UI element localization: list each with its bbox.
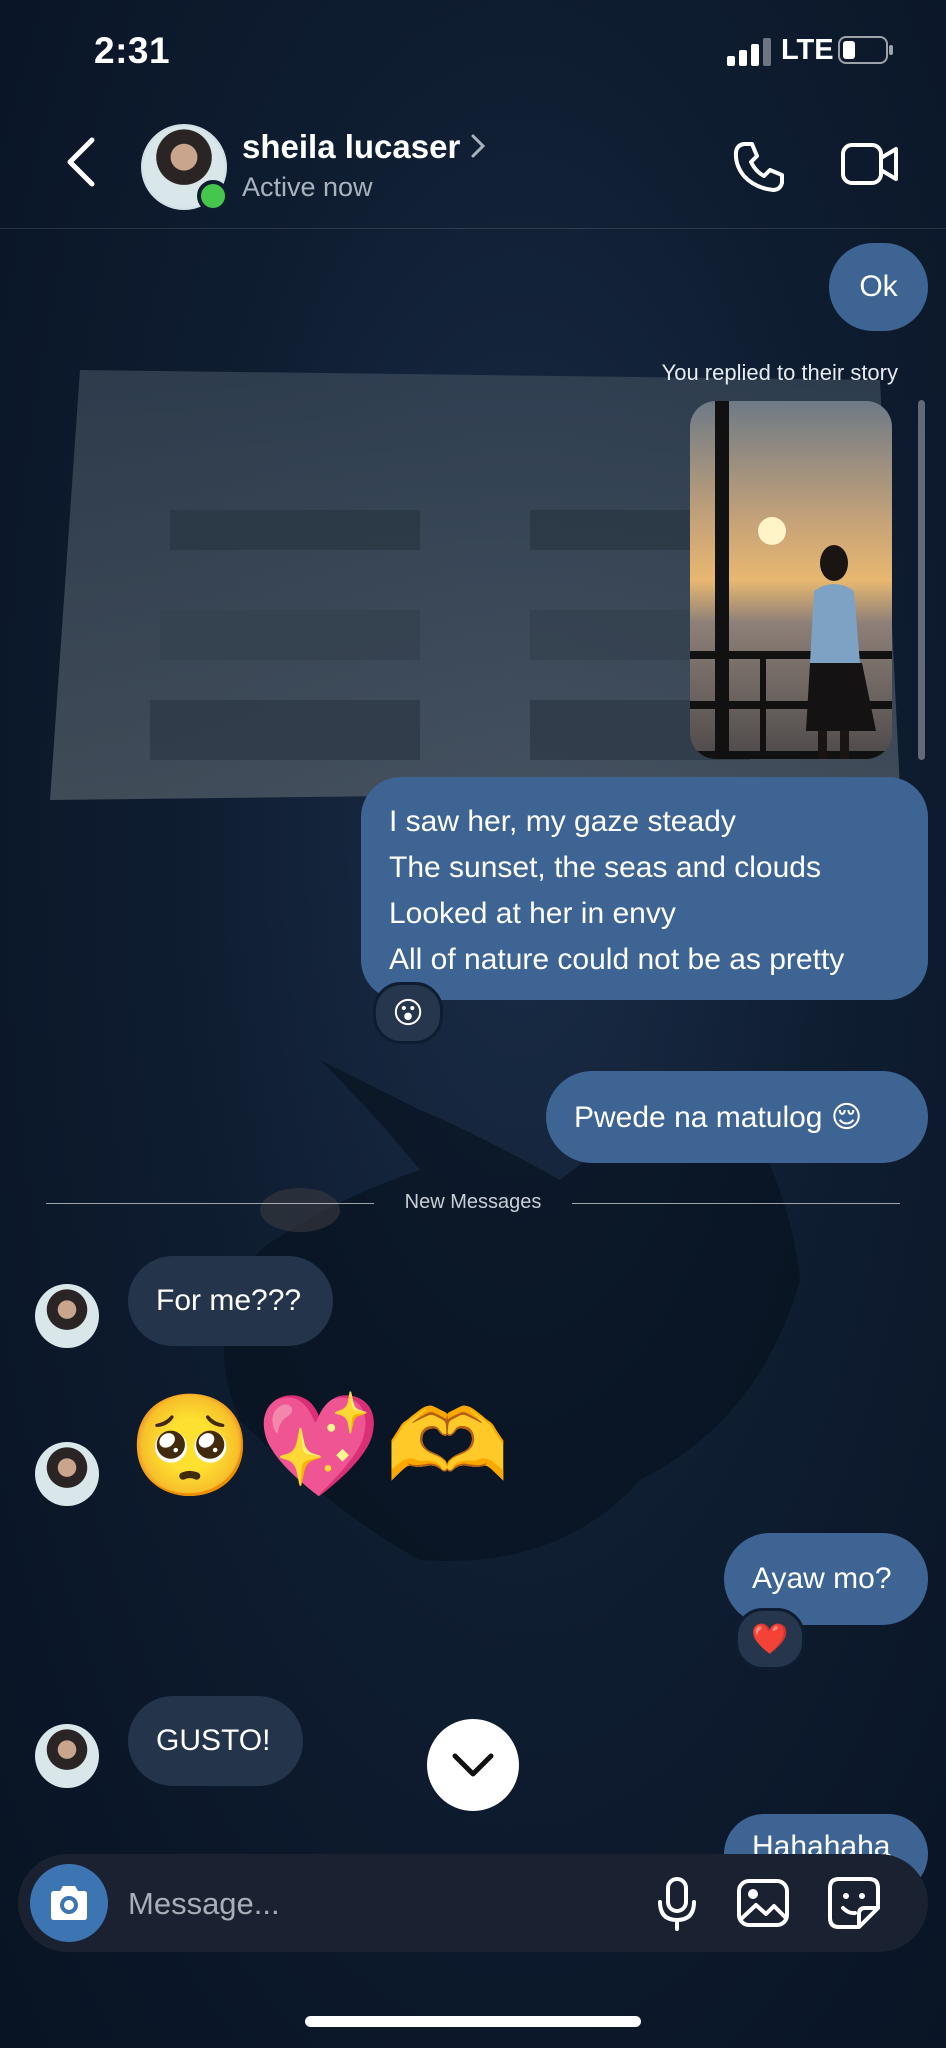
- sender-avatar[interactable]: [35, 1442, 99, 1506]
- poem-line: All of nature could not be as pretty: [389, 943, 845, 976]
- poem-line: Looked at her in envy: [389, 897, 676, 930]
- message-text: Ayaw mo?: [752, 1562, 892, 1595]
- contact-status: Active now: [242, 172, 373, 202]
- camera-icon: [51, 1886, 87, 1920]
- poem-line: I saw her, my gaze steady: [389, 805, 736, 838]
- home-indicator: [305, 2016, 641, 2027]
- chat-header: sheila lucaser Active now: [0, 100, 946, 229]
- online-indicator: [197, 180, 229, 212]
- gallery-icon[interactable]: [736, 1878, 790, 1928]
- story-reply-label: You replied to their story: [661, 360, 898, 385]
- story-thumbnail[interactable]: [690, 401, 892, 759]
- divider-line: [572, 1203, 900, 1204]
- battery-icon: [838, 36, 893, 64]
- phone-icon[interactable]: [730, 138, 788, 196]
- message-text: Pwede na matulog 😌: [574, 1100, 863, 1134]
- poem-line: The sunset, the seas and clouds: [389, 851, 821, 884]
- message-reaction[interactable]: 😮: [373, 982, 443, 1044]
- received-message-forme[interactable]: For me???: [128, 1256, 333, 1346]
- divider-line: [46, 1203, 374, 1204]
- scroll-to-bottom-button[interactable]: [427, 1719, 519, 1811]
- signal-icon: [727, 38, 771, 66]
- contact-name[interactable]: sheila lucaser: [242, 128, 460, 166]
- sent-message-poem[interactable]: I saw her, my gaze steady The sunset, th…: [361, 777, 928, 1000]
- message-text: Ok: [859, 270, 898, 303]
- received-message-gusto[interactable]: GUSTO!: [128, 1696, 303, 1786]
- status-time: 2:31: [94, 30, 171, 71]
- chevron-down-icon: [452, 1753, 494, 1777]
- message-reaction[interactable]: ❤️: [735, 1608, 805, 1670]
- message-text: For me???: [156, 1284, 302, 1317]
- sticker-icon[interactable]: [827, 1876, 881, 1930]
- chevron-right-icon[interactable]: [470, 132, 486, 160]
- network-label: LTE: [781, 34, 834, 66]
- new-messages-divider: New Messages: [46, 1191, 900, 1213]
- camera-button[interactable]: [30, 1864, 108, 1942]
- message-composer: [18, 1854, 928, 1952]
- status-bar: 2:31 LTE: [0, 0, 946, 100]
- message-input[interactable]: [126, 1876, 630, 1932]
- sender-avatar[interactable]: [35, 1284, 99, 1348]
- microphone-icon[interactable]: [654, 1876, 700, 1932]
- scrollbar[interactable]: [918, 400, 925, 760]
- emoji-message[interactable]: 🥺💖🫶: [128, 1386, 514, 1506]
- video-camera-icon[interactable]: [840, 138, 900, 190]
- sent-message-ok[interactable]: Ok: [829, 243, 928, 331]
- sender-avatar[interactable]: [35, 1724, 99, 1788]
- message-text: GUSTO!: [156, 1724, 271, 1757]
- sent-message-pwede[interactable]: Pwede na matulog 😌: [546, 1071, 928, 1163]
- back-arrow-icon[interactable]: [60, 130, 104, 194]
- new-messages-label: New Messages: [404, 1191, 542, 1213]
